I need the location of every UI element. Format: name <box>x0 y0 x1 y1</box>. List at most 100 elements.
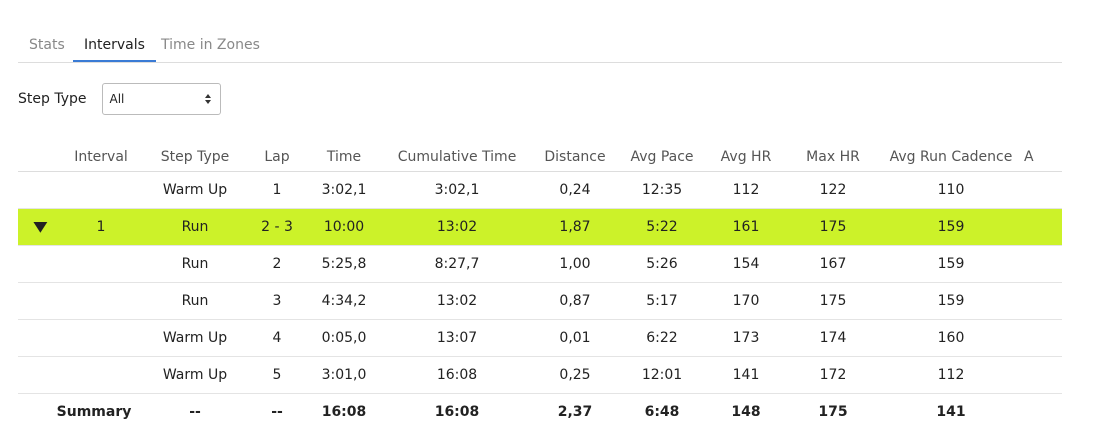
summary-avg-hr: 148 <box>731 404 761 420</box>
table-row-highlighted[interactable]: ▼ 1 Run 2 - 3 10:00 13:02 1,87 5:22 161 … <box>18 208 1062 246</box>
collapse-triangle-icon[interactable]: ▼ <box>33 219 47 235</box>
cell-distance: 0,25 <box>530 356 620 394</box>
cell-avg-pace: 5:17 <box>620 282 704 320</box>
row-expander[interactable]: ▼ <box>18 208 62 246</box>
cell-avg-pace: 12:35 <box>620 171 704 209</box>
cell-avg-pace: 5:26 <box>620 245 704 283</box>
step-type-select[interactable]: All <box>102 83 222 115</box>
summary-time: 16:08 <box>321 404 367 420</box>
column-header-truncated[interactable]: A <box>1024 143 1062 172</box>
cell-avg-run-cadence: 110 <box>878 171 1024 209</box>
summary-step-type: -- <box>189 404 201 420</box>
table-row: Warm Up 4 0:05,0 13:07 0,01 6:22 173 174… <box>18 319 1062 357</box>
cell-avg-run-cadence: 159 <box>878 282 1024 320</box>
cell-time: 10:00 <box>304 208 384 246</box>
cell-interval: 1 <box>62 208 140 246</box>
cell-avg-hr: 170 <box>704 282 788 320</box>
step-type-filter: Step Type All <box>18 83 222 115</box>
row-expander <box>18 282 62 320</box>
column-header-avg-run-cadence[interactable]: Avg Run Cadence <box>878 143 1024 172</box>
cell-distance: 0,87 <box>530 282 620 320</box>
summary-row: Summary -- -- 16:08 16:08 2,37 6:48 148 … <box>18 394 1062 427</box>
cell-interval <box>62 282 140 320</box>
cell-avg-run-cadence: 159 <box>878 245 1024 283</box>
step-type-label: Step Type <box>18 91 87 107</box>
column-header-interval[interactable]: Interval <box>62 143 140 172</box>
cell-avg-hr: 154 <box>704 245 788 283</box>
cell-avg-hr: 173 <box>704 319 788 357</box>
summary-max-hr: 175 <box>818 404 848 420</box>
cell-interval <box>62 245 140 283</box>
column-header-cumulative-time[interactable]: Cumulative Time <box>384 143 530 172</box>
cell-step-type: Warm Up <box>140 171 250 209</box>
cell-lap: 4 <box>250 319 304 357</box>
summary-cumulative-time: 16:08 <box>434 404 480 420</box>
row-expander <box>18 319 62 357</box>
column-header-avg-hr[interactable]: Avg HR <box>704 143 788 172</box>
cell-lap: 3 <box>250 282 304 320</box>
up-down-arrows-icon <box>205 94 212 104</box>
cell-lap: 2 - 3 <box>250 208 304 246</box>
cell-step-type: Run <box>140 208 250 246</box>
tab-time-in-zones[interactable]: Time in Zones <box>150 30 271 62</box>
cell-max-hr: 167 <box>788 245 878 283</box>
table-row: Warm Up 5 3:01,0 16:08 0,25 12:01 141 17… <box>18 356 1062 394</box>
cell-time: 3:02,1 <box>304 171 384 209</box>
column-header-time[interactable]: Time <box>304 143 384 172</box>
tab-intervals[interactable]: Intervals <box>73 30 156 62</box>
cell-time: 0:05,0 <box>304 319 384 357</box>
cell-distance: 1,87 <box>530 208 620 246</box>
column-header-step-type[interactable]: Step Type <box>140 143 250 172</box>
cell-max-hr: 172 <box>788 356 878 394</box>
cell-max-hr: 122 <box>788 171 878 209</box>
tab-bar: Stats Intervals Time in Zones <box>18 30 1062 63</box>
cell-truncated <box>1024 245 1062 283</box>
table-header-row: Interval Step Type Lap Time Cumulative T… <box>18 143 1062 172</box>
cell-cumulative-time: 3:02,1 <box>384 171 530 209</box>
cell-lap: 1 <box>250 171 304 209</box>
row-expander <box>18 356 62 394</box>
cell-avg-run-cadence: 159 <box>878 208 1024 246</box>
cell-interval <box>62 356 140 394</box>
cell-step-type: Run <box>140 282 250 320</box>
cell-avg-pace: 12:01 <box>620 356 704 394</box>
cell-truncated <box>1024 208 1062 246</box>
cell-truncated <box>1024 319 1062 357</box>
summary-lap: -- <box>271 404 283 420</box>
cell-distance: 0,24 <box>530 171 620 209</box>
cell-interval <box>62 171 140 209</box>
cell-interval <box>62 319 140 357</box>
cell-cumulative-time: 16:08 <box>384 356 530 394</box>
cell-time: 5:25,8 <box>304 245 384 283</box>
cell-avg-hr: 161 <box>704 208 788 246</box>
summary-avg-pace: 6:48 <box>644 404 680 420</box>
cell-cumulative-time: 13:02 <box>384 208 530 246</box>
cell-distance: 0,01 <box>530 319 620 357</box>
column-header-lap[interactable]: Lap <box>250 143 304 172</box>
cell-lap: 5 <box>250 356 304 394</box>
summary-avg-run-cadence: 141 <box>936 404 966 420</box>
cell-time: 4:34,2 <box>304 282 384 320</box>
cell-time: 3:01,0 <box>304 356 384 394</box>
row-expander <box>18 171 62 209</box>
cell-step-type: Warm Up <box>140 319 250 357</box>
cell-step-type: Run <box>140 245 250 283</box>
cell-avg-run-cadence: 160 <box>878 319 1024 357</box>
step-type-selected-value: All <box>109 92 125 106</box>
cell-avg-pace: 6:22 <box>620 319 704 357</box>
summary-label: Summary <box>56 404 132 420</box>
cell-avg-run-cadence: 112 <box>878 356 1024 394</box>
column-header-avg-pace[interactable]: Avg Pace <box>620 143 704 172</box>
cell-max-hr: 175 <box>788 282 878 320</box>
cell-lap: 2 <box>250 245 304 283</box>
tab-stats[interactable]: Stats <box>18 30 76 62</box>
column-header-distance[interactable]: Distance <box>530 143 620 172</box>
summary-truncated <box>1024 394 1062 427</box>
cell-truncated <box>1024 282 1062 320</box>
table-row: Run 2 5:25,8 8:27,7 1,00 5:26 154 167 15… <box>18 245 1062 283</box>
intervals-table: Interval Step Type Lap Time Cumulative T… <box>18 143 1062 427</box>
summary-distance: 2,37 <box>557 404 593 420</box>
cell-truncated <box>1024 171 1062 209</box>
column-header-max-hr[interactable]: Max HR <box>788 143 878 172</box>
cell-cumulative-time: 13:07 <box>384 319 530 357</box>
